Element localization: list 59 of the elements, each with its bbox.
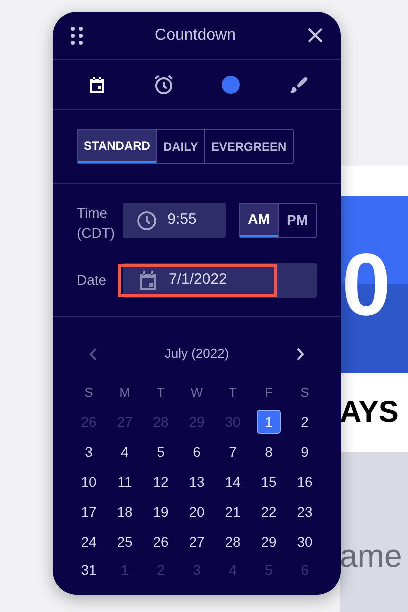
day-cell[interactable]: 29 [257,530,281,554]
period-toggle[interactable]: AM [240,204,278,237]
day-cell[interactable]: 9 [293,440,317,464]
date-label: Date [77,271,108,290]
panel-title: Countdown [154,26,237,46]
mode-tab[interactable]: STANDARD [78,130,156,163]
day-cell[interactable]: 16 [293,470,317,494]
day-cell[interactable]: 4 [113,440,137,464]
mode-tab[interactable]: EVERGREEN [204,130,293,163]
day-cell[interactable]: 19 [149,500,173,524]
close-icon[interactable] [308,28,323,43]
day-cell[interactable]: 6 [185,440,209,464]
month-title: July (2022) [164,345,230,364]
day-cell[interactable]: 25 [113,530,137,554]
next-month-icon[interactable] [297,348,305,360]
day-cell[interactable]: 13 [185,470,209,494]
counter-digit: 0 [342,240,391,328]
clock-icon [136,210,157,230]
weekday-label: S [84,384,94,402]
previous-month-icon[interactable] [89,348,97,360]
drag-handle-icon[interactable] [71,26,83,44]
day-cell[interactable]: 26 [149,530,173,554]
day-cell[interactable]: 22 [257,500,281,524]
day-cell[interactable]: 15 [257,470,281,494]
day-cell[interactable]: 30 [293,530,317,554]
time-field[interactable]: 9:55 [122,203,226,238]
day-cell[interactable]: 24 [77,530,101,554]
day-cell[interactable]: 1 [257,410,281,434]
day-cell[interactable]: 8 [257,440,281,464]
day-cell[interactable]: 11 [113,470,137,494]
day-cell[interactable]: 31 [77,558,101,582]
calendar-icon [139,270,157,290]
day-cell[interactable]: 17 [77,500,101,524]
day-cell[interactable]: 28 [221,530,245,554]
day-cell[interactable]: 10 [77,470,101,494]
name-hint: ame [340,540,402,572]
day-cell[interactable]: 27 [185,530,209,554]
day-cell[interactable]: 14 [221,470,245,494]
day-cell[interactable]: 5 [149,440,173,464]
period-toggle[interactable]: PM [278,204,316,237]
weekday-label: M [120,384,130,402]
date-value: 7/1/2022 [169,270,228,290]
day-cell[interactable]: 20 [185,500,209,524]
day-cell[interactable]: 18 [113,500,137,524]
weekday-label: F [265,384,273,402]
day-cell[interactable]: 21 [221,500,245,524]
day-cell[interactable]: 2 [293,410,317,434]
day-cell[interactable]: 7 [221,440,245,464]
unit-label: AYS [340,398,399,428]
weekday-label: T [229,384,237,402]
weekday-label: W [190,384,204,402]
time-value: 9:55 [168,210,197,230]
day-cell[interactable]: 23 [293,500,317,524]
day-cell[interactable]: 12 [149,470,173,494]
time-label: Time (CDT) [77,204,116,243]
day-cell[interactable]: 3 [77,440,101,464]
weekday-label: T [157,384,165,402]
weekday-label: S [300,384,310,402]
mode-tab[interactable]: DAILY [156,130,204,163]
